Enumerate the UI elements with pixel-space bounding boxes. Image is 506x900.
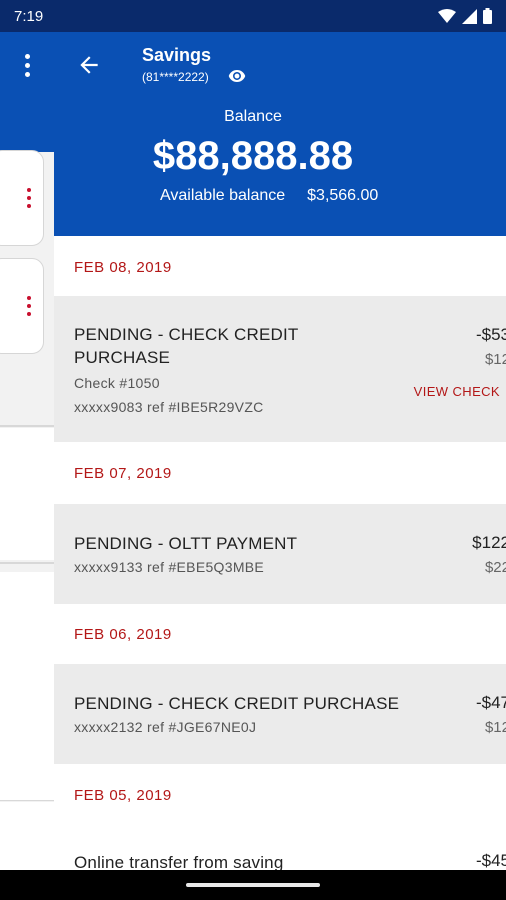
available-balance-label: Available balance (160, 187, 286, 204)
transaction-title: PENDING - OLTT PAYMENT (74, 534, 298, 553)
transaction-amount: -$47 (475, 693, 506, 712)
date-header: FEB 08, 2019 (74, 259, 172, 276)
account-detail-panel: Savings (81****2222) Balance $88,888.88 … (54, 32, 506, 870)
more-vert-icon[interactable] (27, 188, 31, 208)
more-vert-icon[interactable] (27, 296, 31, 316)
date-header: FEB 06, 2019 (74, 626, 172, 643)
transaction-check-number: Check #1050 (74, 375, 160, 391)
status-bar: 7:19 (0, 0, 506, 32)
battery-icon (483, 8, 492, 24)
status-icons (438, 8, 492, 24)
transaction-title: Online transfer from saving (74, 853, 284, 870)
account-title: Savings (142, 45, 212, 65)
transaction-title: PENDING - CHECK CREDIT (74, 325, 299, 344)
divider (0, 425, 54, 427)
wifi-icon (438, 9, 456, 23)
more-vert-icon[interactable] (14, 50, 40, 80)
transaction-reference: xxxxx9133 ref #EBE5Q3MBE (74, 559, 265, 575)
transaction-balance: $12 (484, 719, 506, 736)
transaction-row[interactable]: Online transfer from saving -$45 (54, 822, 506, 870)
available-balance-value: $3,566.00 (307, 187, 379, 204)
transaction-reference: xxxxx9083 ref #IBE5R29VZC (74, 399, 264, 415)
transaction-amount: -$53 (475, 325, 506, 344)
transaction-row[interactable]: PENDING - CHECK CREDIT PURCHASE Check #1… (54, 296, 506, 442)
transaction-balance: $22 (484, 559, 506, 576)
divider (0, 800, 54, 801)
transaction-balance: $12 (484, 351, 506, 368)
home-handle[interactable] (186, 883, 320, 887)
transaction-reference: xxxxx2132 ref #JGE67NE0J (74, 719, 257, 735)
status-time: 7:19 (14, 7, 44, 25)
date-header: FEB 07, 2019 (74, 465, 172, 482)
background-account-card[interactable] (0, 258, 44, 354)
background-section (0, 572, 54, 800)
account-header: Savings (81****2222) Balance $88,888.88 … (54, 32, 506, 236)
transaction-row[interactable]: PENDING - OLTT PAYMENT xxxxx9133 ref #EB… (54, 504, 506, 604)
transaction-title: PURCHASE (74, 348, 171, 367)
available-balance: Available balance $3,566.00 (160, 187, 378, 205)
background-section (0, 802, 54, 870)
background-account-card[interactable] (0, 150, 44, 246)
transaction-amount: -$45 (475, 851, 506, 870)
background-section (0, 428, 54, 560)
transaction-title: PENDING - CHECK CREDIT PURCHASE (74, 694, 400, 713)
arrow-left-icon[interactable] (76, 52, 102, 78)
system-nav-bar (0, 870, 506, 900)
view-check-link[interactable]: VIEW CHECK (414, 384, 500, 399)
account-number: (81****2222) (142, 70, 209, 84)
balance-amount: $88,888.88 (152, 134, 354, 178)
eye-icon[interactable] (228, 69, 246, 83)
transaction-amount: $122 (472, 533, 506, 552)
date-header: FEB 05, 2019 (74, 787, 172, 804)
divider (0, 562, 54, 564)
transaction-row[interactable]: PENDING - CHECK CREDIT PURCHASE xxxxx213… (54, 664, 506, 764)
signal-icon (462, 8, 477, 24)
balance-label: Balance (224, 108, 282, 125)
